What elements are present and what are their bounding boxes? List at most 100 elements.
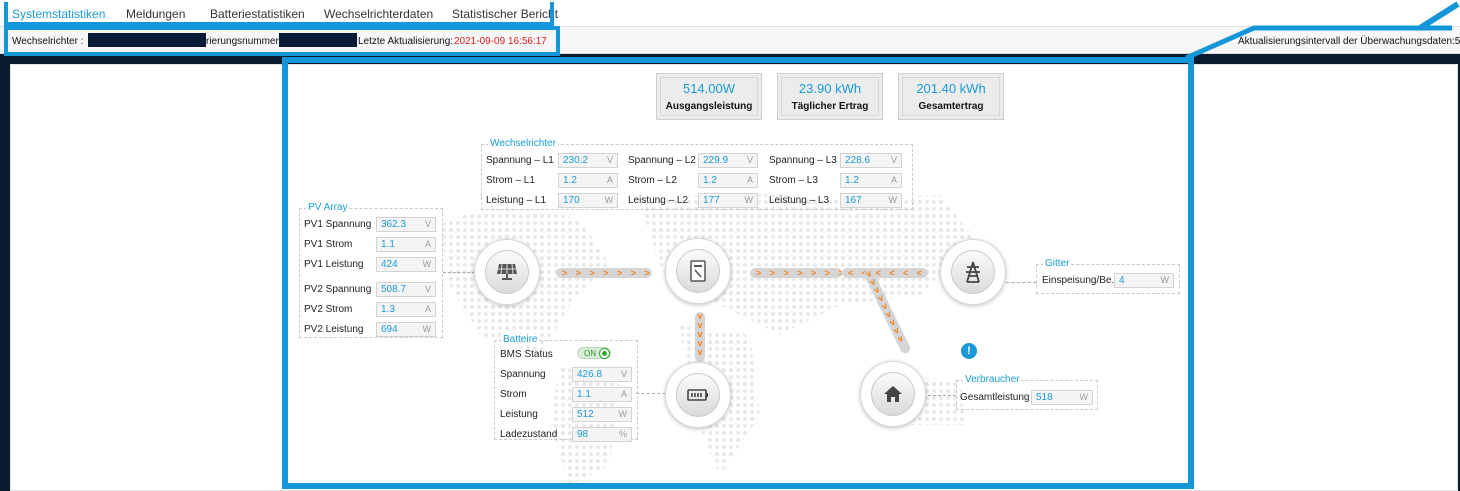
pv-label: PV2 Strom xyxy=(304,304,353,315)
battery-label: Ladezustand xyxy=(500,429,558,440)
pv-link-line xyxy=(443,272,475,273)
device-core xyxy=(676,373,720,417)
pv-field: 362.3 V xyxy=(376,217,436,232)
field-value: 1.1 xyxy=(577,389,591,400)
inverter-label: Spannung – L3 xyxy=(769,155,837,166)
tab-statistischer-bericht[interactable]: Statistischer Bericht xyxy=(452,7,558,21)
inverter-field: 229.9 V xyxy=(698,153,758,168)
grid-label: Einspeisung/Be... xyxy=(1042,275,1120,286)
field-unit: V xyxy=(746,155,753,165)
field-value: 177 xyxy=(703,195,720,206)
consumer-label: Gesamtleistung xyxy=(960,392,1030,403)
last-update-label: Letzte Aktualisierung: xyxy=(358,36,454,47)
stat-output-power: 514.00W Ausgangsleistung xyxy=(656,73,762,120)
stat-value: 23.90 kWh xyxy=(798,81,862,96)
inverter-label: Strom – L3 xyxy=(769,175,818,186)
field-value: 170 xyxy=(563,195,580,206)
battery-icon xyxy=(687,389,708,401)
field-unit: W xyxy=(744,195,754,205)
field-unit: A xyxy=(606,175,613,185)
flow-pv-to-inverter: > > > > > > > > > > xyxy=(556,268,652,278)
inverter-label: Spannung – L1 xyxy=(486,155,554,166)
serial-label: rierungsnummer: xyxy=(206,36,282,47)
consumer-title: Verbraucher xyxy=(963,374,1022,385)
flow-grid-to-junction: < < < < < < < < < < xyxy=(842,268,928,278)
pv-field: 1.1 A xyxy=(376,237,436,252)
field-unit: A xyxy=(424,239,431,249)
field-unit: V xyxy=(620,369,627,379)
field-value: 228.6 xyxy=(845,155,871,166)
pv-array-device[interactable] xyxy=(474,239,540,305)
battery-link-line xyxy=(636,393,666,394)
pv-label: PV2 Leistung xyxy=(304,324,364,335)
pv-label: PV2 Spannung xyxy=(304,284,372,295)
field-unit: W xyxy=(888,195,898,205)
redacted-inverter-name xyxy=(88,33,206,47)
pv-field: 694 W xyxy=(376,322,436,337)
inverter-icon xyxy=(690,260,706,282)
stat-label: Täglicher Ertrag xyxy=(791,101,869,112)
field-unit: V xyxy=(424,284,431,294)
power-pylon-icon xyxy=(966,261,980,283)
field-unit: A xyxy=(890,175,897,185)
field-value: 4 xyxy=(1119,275,1125,286)
inverter-label: Wechselrichter : xyxy=(12,36,84,47)
inverter-field: 167 W xyxy=(840,193,902,208)
field-value: 362.3 xyxy=(381,219,407,230)
battery-label: Leistung xyxy=(500,409,538,420)
field-unit: A xyxy=(424,304,431,314)
field-value: 1.2 xyxy=(563,175,577,186)
grid-device[interactable] xyxy=(940,239,1006,305)
device-core xyxy=(676,249,720,293)
consumer-field: 518 W xyxy=(1031,390,1093,405)
field-value: 167 xyxy=(845,195,862,206)
field-value: 512 xyxy=(577,409,594,420)
home-icon xyxy=(884,386,902,402)
pv-field: 1.3 A xyxy=(376,302,436,317)
stat-value: 201.40 kWh xyxy=(916,81,986,96)
field-unit: W xyxy=(604,195,614,205)
tab-wechselrichterdaten[interactable]: Wechselrichterdaten xyxy=(324,7,433,21)
inverter-field: 230.2 V xyxy=(558,153,618,168)
battery-label: Strom xyxy=(500,389,527,400)
battery-label: Spannung xyxy=(500,369,546,380)
field-value: 230.2 xyxy=(563,155,589,166)
device-core xyxy=(951,250,995,294)
device-core xyxy=(485,250,529,294)
field-unit: W xyxy=(422,324,432,334)
field-value: 229.9 xyxy=(703,155,729,166)
toggle-text: ON xyxy=(584,349,596,358)
inverter-field: 228.6 V xyxy=(840,153,902,168)
home-device[interactable] xyxy=(860,361,926,427)
last-update-value: 2021-09-09 16:56:17 xyxy=(454,36,547,47)
stat-value: 514.00W xyxy=(682,81,736,96)
pv-label: PV1 Leistung xyxy=(304,259,364,270)
field-value: 424 xyxy=(381,259,398,270)
inverter-field: 1.2 A xyxy=(698,173,758,188)
field-unit: % xyxy=(618,429,627,439)
field-unit: W xyxy=(422,259,432,269)
inverter-device[interactable] xyxy=(665,238,731,304)
inverter-label: Leistung – L3 xyxy=(769,195,830,206)
field-value: 1.2 xyxy=(845,175,859,186)
inverter-field: 1.2 A xyxy=(840,173,902,188)
inverter-field: 170 W xyxy=(558,193,618,208)
alert-icon[interactable]: ! xyxy=(961,343,977,359)
device-core xyxy=(871,372,915,416)
grid-field: 4W xyxy=(1114,273,1174,288)
tab-meldungen[interactable]: Meldungen xyxy=(126,7,185,21)
field-value: 1.1 xyxy=(381,239,395,250)
field-unit: A xyxy=(746,175,753,185)
bms-status-toggle[interactable]: ON xyxy=(577,347,611,359)
inverter-label: Leistung – L1 xyxy=(486,195,547,206)
tab-batteriestatistiken[interactable]: Batteriestatistiken xyxy=(210,7,305,21)
field-unit: A xyxy=(620,389,627,399)
tab-systemstatistiken[interactable]: Systemstatistiken xyxy=(12,7,105,21)
main-panel xyxy=(10,64,1458,491)
battery-field: 1.1 A xyxy=(572,387,632,402)
stat-daily-yield: 23.90 kWh Täglicher Ertrag xyxy=(777,73,883,120)
bms-status-label: BMS Status xyxy=(500,349,553,360)
battery-device[interactable] xyxy=(665,362,731,428)
battery-field: 512 W xyxy=(572,407,632,422)
field-value: 1.3 xyxy=(381,304,395,315)
